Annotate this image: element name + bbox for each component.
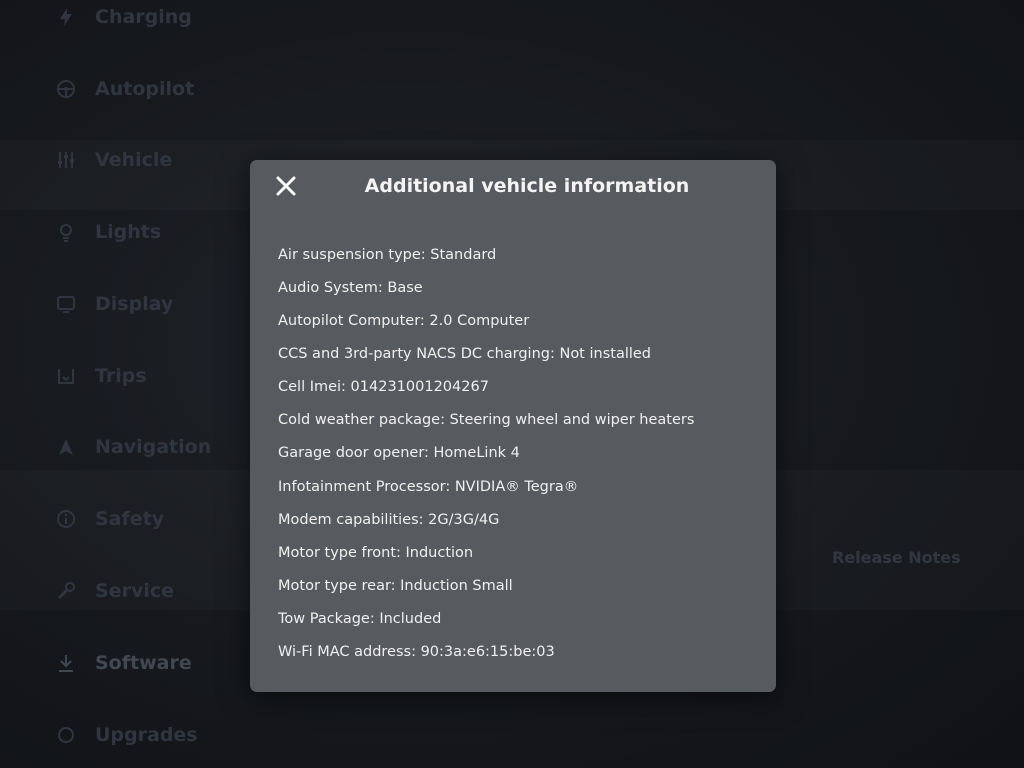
info-row-tow-package: Tow Package: Included: [278, 610, 442, 627]
info-row-cold-weather: Cold weather package: Steering wheel and…: [278, 412, 695, 429]
dialog-title: Additional vehicle information: [364, 175, 690, 197]
info-row-wifi-mac: Wi-Fi MAC address: 90:3a:e6:15:be:03: [278, 643, 555, 660]
info-row-motor-front: Motor type front: Induction: [278, 544, 474, 561]
info-row-motor-rear: Motor type rear: Induction Small: [278, 577, 513, 594]
vehicle-info-dialog: Additional vehicle information Air suspe…: [250, 160, 776, 692]
info-row-air-suspension: Air suspension type: Standard: [278, 247, 497, 263]
info-row-autopilot-computer: Autopilot Computer: 2.0 Computer: [278, 313, 530, 330]
settings-screen: Charging Autopilot Vehicle Lights Displa…: [0, 0, 1024, 768]
info-row-audio-system: Audio System: Base: [278, 280, 423, 297]
info-row-cell-imei: Cell Imei: 014231001204267: [278, 379, 489, 396]
info-row-infotainment: Infotainment Processor: NVIDIA® Tegra®: [278, 478, 579, 495]
info-row-dc-charging: CCS and 3rd-party NACS DC charging: Not …: [278, 346, 652, 363]
vehicle-info-list: Air suspension type: Standard Audio Syst…: [278, 243, 760, 673]
info-row-garage-door: Garage door opener: HomeLink 4: [278, 445, 520, 462]
info-row-modem: Modem capabilities: 2G/3G/4G: [278, 511, 500, 528]
